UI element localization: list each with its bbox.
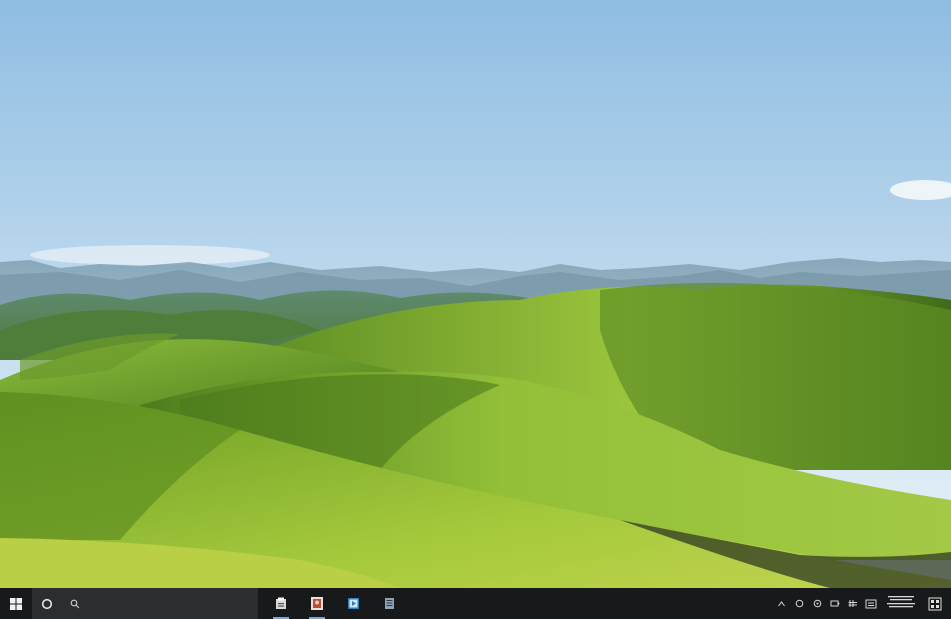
clock[interactable] [883, 595, 919, 612]
cortana-icon[interactable] [40, 597, 54, 611]
file-explorer-icon [276, 597, 286, 609]
notepad-icon [384, 598, 394, 609]
clock-text-glyphs-icon [887, 596, 915, 608]
desktop-wallpaper [0, 0, 951, 588]
chevron-up-icon[interactable] [775, 588, 787, 619]
windows-logo-icon [10, 597, 22, 610]
volume-icon[interactable] [811, 588, 823, 619]
taskbar-app-notepad[interactable] [378, 588, 400, 619]
taskbar [0, 588, 951, 619]
system-tray [775, 588, 951, 619]
taskbar-app-media-player[interactable] [342, 588, 364, 619]
start-button[interactable] [0, 588, 32, 619]
keyboard-icon[interactable] [847, 588, 859, 619]
language-icon[interactable] [865, 588, 877, 619]
notification-icon [928, 597, 942, 610]
taskbar-app-photos[interactable] [306, 588, 328, 619]
pinned-apps [270, 588, 400, 619]
taskbar-app-file-explorer[interactable] [270, 588, 292, 619]
wallpaper-landscape [0, 0, 951, 588]
photos-app-icon [311, 597, 323, 610]
notification-center-button[interactable] [925, 588, 945, 619]
search-box[interactable] [32, 588, 258, 619]
media-player-icon [347, 598, 359, 609]
search-icon[interactable] [68, 597, 82, 611]
network-icon[interactable] [793, 588, 805, 619]
battery-icon[interactable] [829, 588, 841, 619]
